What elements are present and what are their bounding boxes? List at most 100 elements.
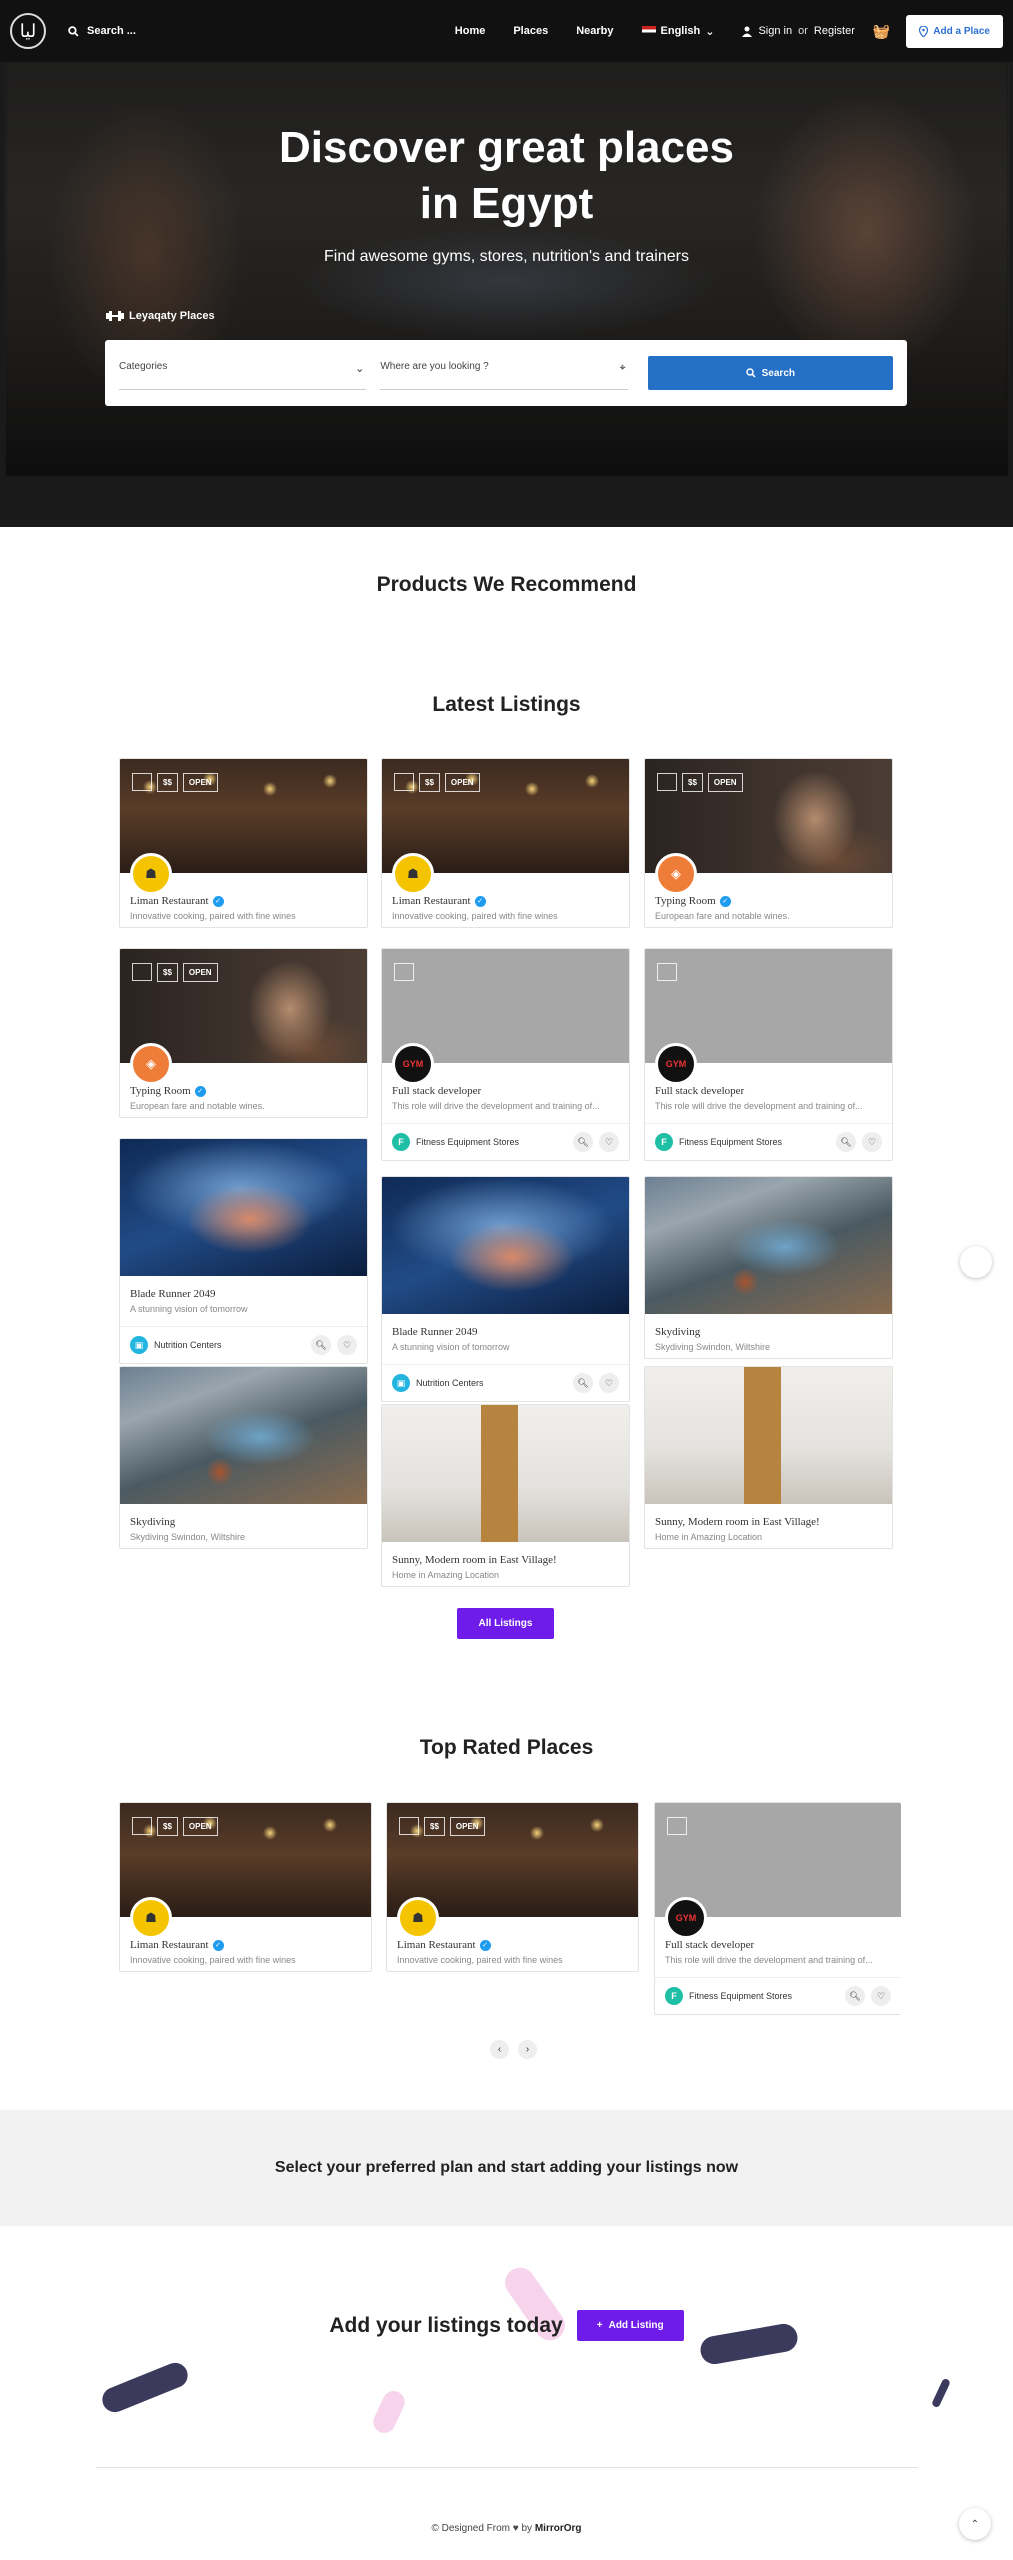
- listing-title[interactable]: Liman Restaurant: [392, 895, 471, 907]
- search-button[interactable]: Search: [647, 356, 893, 390]
- listing-title[interactable]: Blade Runner 2049: [392, 1326, 619, 1338]
- add-listing-button[interactable]: + Add Listing: [576, 2310, 684, 2341]
- listing-image: [645, 1367, 892, 1504]
- listing-category[interactable]: Fitness Equipment Stores: [689, 1991, 792, 2001]
- listing-title[interactable]: Full stack developer: [392, 1085, 481, 1097]
- quick-view-icon[interactable]: 🔍︎: [573, 1373, 593, 1393]
- basket-icon[interactable]: 🧺: [873, 23, 890, 40]
- nav-places[interactable]: Places: [513, 25, 548, 37]
- status-badge: OPEN: [182, 1817, 218, 1836]
- carousel-prev-button[interactable]: ‹: [490, 2040, 509, 2059]
- listing-image: [645, 1177, 892, 1314]
- listing-title[interactable]: Skydiving: [655, 1326, 882, 1338]
- listing-image: $$ OPEN ◈: [645, 759, 892, 895]
- listing-logo: GYM: [392, 1043, 434, 1085]
- listing-title[interactable]: Liman Restaurant: [130, 895, 209, 907]
- listing-card[interactable]: Sunny, Modern room in East Village! Home…: [644, 1366, 893, 1549]
- listing-title[interactable]: Liman Restaurant: [397, 1939, 476, 1951]
- chevron-down-icon: ⌄: [355, 363, 365, 375]
- signin-register[interactable]: Sign in or Register: [742, 25, 855, 37]
- search-icon: [68, 25, 79, 37]
- top-rated-heading: Top Rated Places: [419, 1736, 594, 1759]
- listing-image: GYM: [382, 949, 629, 1085]
- listing-title[interactable]: Sunny, Modern room in East Village!: [655, 1516, 882, 1528]
- language-selector[interactable]: English ⌄: [641, 25, 714, 38]
- nutrition-category-icon: ▣: [130, 1336, 148, 1354]
- listing-logo: GYM: [655, 1043, 697, 1085]
- nav-home[interactable]: Home: [455, 25, 486, 37]
- top-navbar: ليا Search ... Home Places Nearby Englis…: [0, 0, 1013, 62]
- listing-card[interactable]: GYM Full stack developer This role will …: [644, 948, 893, 1161]
- add-place-button[interactable]: Add a Place: [906, 14, 1003, 48]
- heart-icon[interactable]: ♡: [337, 1335, 357, 1355]
- heart-icon[interactable]: ♡: [871, 1986, 891, 2006]
- listing-title[interactable]: Liman Restaurant: [130, 1939, 209, 1951]
- listing-card[interactable]: $$ OPEN ◈ Typing Room ✓ European fare and…: [119, 948, 368, 1118]
- listing-card[interactable]: GYM Full stack developer This role will …: [381, 948, 630, 1161]
- carousel-next-button[interactable]: ›: [518, 2040, 537, 2059]
- top-rated-card[interactable]: $$ OPEN ☗ Liman Restaurant ✓ Innovative c…: [386, 1802, 639, 1972]
- listing-title[interactable]: Full stack developer: [655, 1085, 744, 1097]
- floating-circle-button[interactable]: [960, 1246, 992, 1278]
- listing-description: Skydiving Swindon, Wiltshire: [655, 1342, 771, 1352]
- listing-title[interactable]: Sunny, Modern room in East Village!: [392, 1554, 619, 1566]
- bolt-icon: [394, 773, 414, 791]
- hero-title: Discover great places in Egypt: [279, 123, 734, 228]
- heart-icon[interactable]: ♡: [862, 1132, 882, 1152]
- listing-category[interactable]: Fitness Equipment Stores: [416, 1137, 519, 1147]
- listing-category[interactable]: Nutrition Centers: [154, 1340, 222, 1350]
- verified-icon: ✓: [474, 895, 486, 907]
- listing-title[interactable]: Skydiving: [130, 1516, 357, 1528]
- status-badge: OPEN: [449, 1817, 485, 1836]
- latest-listings-heading: Latest Listings: [432, 693, 581, 716]
- listing-title[interactable]: Blade Runner 2049: [130, 1288, 357, 1300]
- listing-image: $$ OPEN ☗: [387, 1803, 638, 1939]
- user-icon: [742, 26, 753, 37]
- listing-card[interactable]: Skydiving Skydiving Swindon, Wiltshire: [644, 1176, 893, 1359]
- map-pin-icon: [919, 25, 929, 37]
- listing-card[interactable]: $$ OPEN ☗ Liman Restaurant ✓ Innovative c…: [381, 758, 630, 928]
- footer-org-link[interactable]: MirrorOrg: [535, 2523, 582, 2534]
- listing-card[interactable]: Blade Runner 2049 A stunning vision of t…: [381, 1176, 630, 1402]
- dumbbell-icon: [106, 311, 124, 321]
- crosshair-icon[interactable]: ⌖: [619, 362, 625, 375]
- listing-description: Innovative cooking, paired with fine win…: [392, 911, 558, 921]
- quick-view-icon[interactable]: 🔍︎: [573, 1132, 593, 1152]
- nav-nearby[interactable]: Nearby: [576, 25, 613, 37]
- quick-view-icon[interactable]: 🔍︎: [836, 1132, 856, 1152]
- listing-image: $$ OPEN ◈: [120, 949, 367, 1085]
- status-badge: OPEN: [707, 773, 743, 792]
- top-rated-card[interactable]: GYM Full stack developer This role will …: [654, 1802, 901, 2015]
- listing-card[interactable]: Blade Runner 2049 A stunning vision of t…: [119, 1138, 368, 1364]
- listing-title[interactable]: Full stack developer: [665, 1939, 754, 1951]
- bolt-icon: [132, 773, 152, 791]
- listing-card[interactable]: Sunny, Modern room in East Village! Home…: [381, 1404, 630, 1587]
- heart-icon[interactable]: ♡: [599, 1132, 619, 1152]
- listing-card[interactable]: Skydiving Skydiving Swindon, Wiltshire: [119, 1366, 368, 1549]
- listing-image: $$ OPEN ☗: [120, 759, 367, 895]
- quick-view-icon[interactable]: 🔍︎: [311, 1335, 331, 1355]
- verified-icon: ✓: [194, 1085, 206, 1097]
- scroll-to-top-button[interactable]: ⌃: [959, 2508, 991, 2540]
- listing-title[interactable]: Typing Room: [130, 1085, 191, 1097]
- price-badge: $$: [157, 963, 178, 982]
- categories-select[interactable]: Categories ⌄: [119, 356, 367, 390]
- listing-card[interactable]: $$ OPEN ◈ Typing Room ✓ European fare and…: [644, 758, 893, 928]
- all-listings-button[interactable]: All Listings: [457, 1608, 554, 1639]
- site-logo[interactable]: ليا: [10, 13, 46, 49]
- header-search[interactable]: Search ...: [68, 25, 136, 37]
- listing-card[interactable]: $$ OPEN ☗ Liman Restaurant ✓ Innovative c…: [119, 758, 368, 928]
- listing-category[interactable]: Nutrition Centers: [416, 1378, 484, 1388]
- bolt-icon: [657, 773, 677, 791]
- bolt-icon: [132, 963, 152, 981]
- bolt-icon: [394, 963, 414, 981]
- decor-pill: [98, 2359, 192, 2416]
- top-rated-card[interactable]: $$ OPEN ☗ Liman Restaurant ✓ Innovative c…: [119, 1802, 372, 1972]
- quick-view-icon[interactable]: 🔍︎: [845, 1986, 865, 2006]
- listing-category[interactable]: Fitness Equipment Stores: [679, 1137, 782, 1147]
- plus-icon: +: [596, 2320, 603, 2331]
- location-input[interactable]: Where are you looking ? ⌖: [380, 356, 628, 390]
- listing-title[interactable]: Typing Room: [655, 895, 716, 907]
- heart-icon[interactable]: ♡: [599, 1373, 619, 1393]
- flag-icon: [641, 26, 656, 36]
